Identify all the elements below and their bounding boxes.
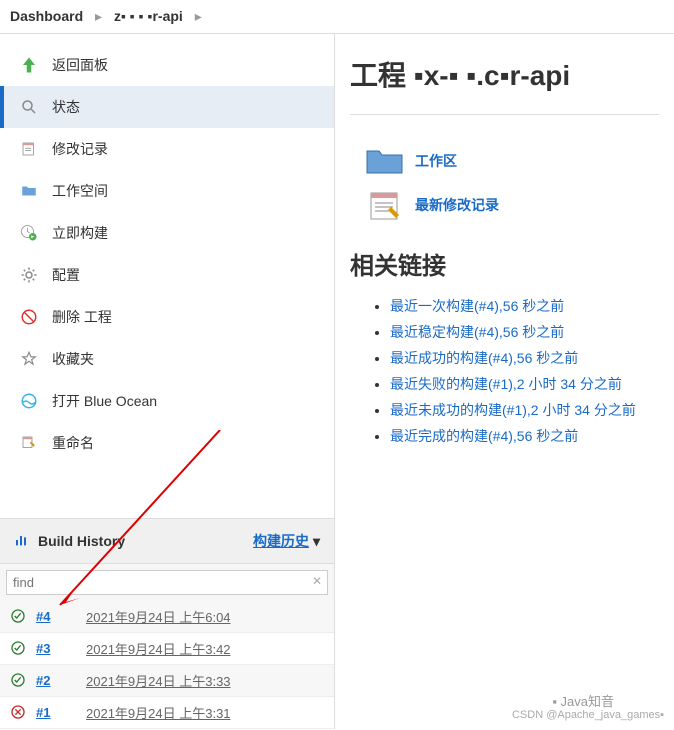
divider bbox=[350, 114, 659, 115]
failed-icon bbox=[10, 704, 28, 722]
build-number[interactable]: #4 bbox=[36, 609, 76, 624]
sidebar-item-label: 修改记录 bbox=[52, 139, 108, 159]
sidebar-item-status[interactable]: 状态 bbox=[0, 86, 334, 128]
sidebar-item-blueocean[interactable]: 打开 Blue Ocean bbox=[0, 380, 334, 422]
sidebar-item-workspace[interactable]: 工作空间 bbox=[0, 170, 334, 212]
success-icon bbox=[10, 608, 28, 626]
main-content: 工程 ▪x-▪ ▪.c▪r-api 工作区 最新修改记录 相关链接 最近一次构建… bbox=[335, 34, 674, 729]
related-link[interactable]: 最近稳定构建(#4),56 秒之前 bbox=[390, 324, 564, 340]
changes-label: 最新修改记录 bbox=[415, 195, 499, 215]
notepad-icon bbox=[18, 138, 40, 160]
chevron-down-icon: ▾ bbox=[313, 533, 320, 550]
build-number[interactable]: #2 bbox=[36, 673, 76, 688]
breadcrumb: Dashboard ▸ z▪ ▪ ▪ ▪r-api ▸ bbox=[0, 0, 674, 34]
sidebar-item-changes[interactable]: 修改记录 bbox=[0, 128, 334, 170]
sidebar-item-delete[interactable]: 删除 工程 bbox=[0, 296, 334, 338]
related-link[interactable]: 最近完成的构建(#4),56 秒之前 bbox=[390, 428, 578, 444]
star-icon bbox=[18, 348, 40, 370]
related-title: 相关链接 bbox=[350, 246, 659, 281]
edit-icon bbox=[18, 432, 40, 454]
sidebar-item-label: 状态 bbox=[52, 97, 80, 117]
related-link[interactable]: 最近一次构建(#4),56 秒之前 bbox=[390, 298, 564, 314]
sidebar-item-label: 打开 Blue Ocean bbox=[52, 391, 157, 411]
build-history-link[interactable]: 构建历史 bbox=[253, 531, 309, 551]
sidebar-item-label: 工作空间 bbox=[52, 181, 108, 201]
changes-link[interactable]: 最新修改记录 bbox=[365, 189, 659, 221]
build-number[interactable]: #1 bbox=[36, 705, 76, 720]
clock-play-icon bbox=[18, 222, 40, 244]
build-item[interactable]: #3 2021年9月24日 上午3:42 bbox=[0, 633, 334, 665]
related-link[interactable]: 最近成功的构建(#4),56 秒之前 bbox=[390, 350, 578, 366]
sidebar-item-label: 重命名 bbox=[52, 433, 94, 453]
build-time[interactable]: 2021年9月24日 上午3:33 bbox=[86, 671, 231, 690]
blueocean-icon bbox=[18, 390, 40, 412]
sidebar-item-label: 配置 bbox=[52, 265, 80, 285]
build-number[interactable]: #3 bbox=[36, 641, 76, 656]
find-row: ✕ bbox=[0, 564, 334, 601]
build-item[interactable]: #2 2021年9月24日 上午3:33 bbox=[0, 665, 334, 697]
build-item[interactable]: #4 2021年9月24日 上午6:04 bbox=[0, 601, 334, 633]
sidebar-item-rename[interactable]: 重命名 bbox=[0, 422, 334, 464]
related-link[interactable]: 最近未成功的构建(#1),2 小时 34 分之前 bbox=[390, 402, 636, 418]
delete-icon bbox=[18, 306, 40, 328]
sidebar-item-label: 返回面板 bbox=[52, 55, 108, 75]
success-icon bbox=[10, 640, 28, 658]
sidebar-item-build-now[interactable]: 立即构建 bbox=[0, 212, 334, 254]
breadcrumb-dashboard[interactable]: Dashboard bbox=[10, 8, 83, 24]
breadcrumb-project[interactable]: z▪ ▪ ▪ ▪r-api bbox=[114, 8, 183, 24]
search-icon bbox=[18, 96, 40, 118]
sidebar: 返回面板 状态 修改记录 工作空间 立即构建 配置 bbox=[0, 34, 335, 729]
trend-icon[interactable] bbox=[14, 532, 30, 551]
build-time[interactable]: 2021年9月24日 上午6:04 bbox=[86, 607, 231, 626]
success-icon bbox=[10, 672, 28, 690]
build-item[interactable]: #1 2021年9月24日 上午3:31 bbox=[0, 697, 334, 729]
page-title: 工程 ▪x-▪ ▪.c▪r-api bbox=[350, 54, 659, 94]
clear-icon[interactable]: ✕ bbox=[312, 574, 322, 588]
find-input[interactable] bbox=[6, 570, 328, 595]
gear-icon bbox=[18, 264, 40, 286]
sidebar-item-label: 立即构建 bbox=[52, 223, 108, 243]
chevron-right-icon: ▸ bbox=[195, 8, 202, 24]
sidebar-item-configure[interactable]: 配置 bbox=[0, 254, 334, 296]
arrow-up-icon bbox=[18, 54, 40, 76]
build-time[interactable]: 2021年9月24日 上午3:31 bbox=[86, 703, 231, 722]
sidebar-item-back[interactable]: 返回面板 bbox=[0, 44, 334, 86]
related-link[interactable]: 最近失败的构建(#1),2 小时 34 分之前 bbox=[390, 376, 622, 392]
sidebar-item-label: 删除 工程 bbox=[52, 307, 112, 327]
folder-icon bbox=[18, 180, 40, 202]
sidebar-item-favorites[interactable]: 收藏夹 bbox=[0, 338, 334, 380]
build-history-header: Build History 构建历史 ▾ bbox=[0, 518, 334, 564]
watermark-text: CSDN @Apache_java_games▪ bbox=[512, 708, 664, 722]
sidebar-item-label: 收藏夹 bbox=[52, 349, 94, 369]
chevron-right-icon: ▸ bbox=[95, 8, 102, 24]
workspace-label: 工作区 bbox=[415, 151, 457, 171]
workspace-link[interactable]: 工作区 bbox=[365, 145, 659, 177]
folder-icon bbox=[365, 145, 405, 177]
build-time[interactable]: 2021年9月24日 上午3:42 bbox=[86, 639, 231, 658]
build-history-title: Build History bbox=[38, 533, 125, 549]
notepad-icon bbox=[365, 189, 405, 221]
